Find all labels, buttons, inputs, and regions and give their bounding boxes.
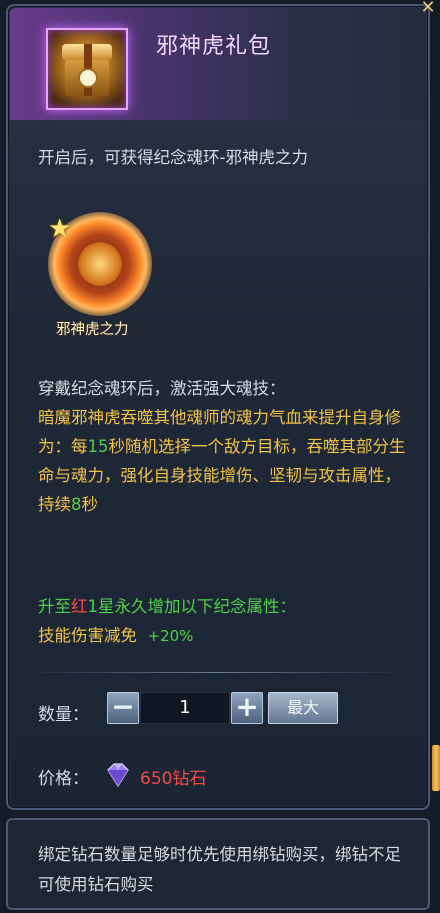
soul-ring-name: 邪神虎之力 bbox=[56, 322, 129, 338]
attribute-name: 技能伤害减免 bbox=[38, 626, 137, 645]
skill-duration: 8 bbox=[71, 495, 82, 514]
max-quantity-button[interactable]: 最大 bbox=[268, 692, 338, 724]
star-icon: ★ bbox=[48, 214, 72, 244]
close-icon[interactable]: ✕ bbox=[416, 0, 440, 17]
quantity-label: 数量： bbox=[38, 705, 89, 725]
skill-description: 穿戴纪念魂环后，激活强大魂技： 暗魔邪神虎吞噬其他魂师的魂力气血来提升自身修为：… bbox=[38, 374, 410, 519]
tiger-icon bbox=[78, 242, 122, 286]
quantity-input[interactable]: 1 bbox=[140, 692, 230, 724]
upgrade-bonus: 升至红1星永久增加以下纪念属性： 技能伤害减免 +20% bbox=[38, 592, 410, 651]
decrease-quantity-button[interactable]: − bbox=[107, 692, 139, 724]
notice-text: 绑定钻石数量足够时优先使用绑钻购买，绑钻不足可使用钻石购买 bbox=[38, 845, 401, 894]
increase-quantity-button[interactable]: + bbox=[231, 692, 263, 724]
purchase-notice: 绑定钻石数量足够时优先使用绑钻购买，绑钻不足可使用钻石购买 bbox=[6, 818, 430, 910]
divider bbox=[26, 672, 406, 673]
skill-text-c: 秒 bbox=[81, 495, 99, 514]
panel-header: 邪神虎礼包 bbox=[10, 8, 426, 120]
price-value: 650钻石 bbox=[140, 769, 207, 789]
scrollbar-thumb[interactable] bbox=[432, 745, 440, 791]
item-description: 开启后，可获得纪念魂环-邪神虎之力 bbox=[38, 148, 308, 167]
upgrade-suffix: 永久增加以下纪念属性： bbox=[114, 597, 297, 616]
diamond-icon bbox=[107, 763, 129, 788]
upgrade-level-color: 红 bbox=[71, 597, 88, 616]
item-title: 邪神虎礼包 bbox=[156, 34, 272, 59]
gift-box-icon bbox=[46, 28, 128, 110]
skill-interval: 15 bbox=[87, 437, 109, 456]
soul-ring-image: ★ bbox=[48, 212, 152, 316]
upgrade-level-star: 1星 bbox=[87, 597, 115, 616]
attribute-value: +20% bbox=[147, 627, 194, 645]
upgrade-prefix: 升至 bbox=[38, 597, 71, 616]
skill-heading: 穿戴纪念魂环后，激活强大魂技： bbox=[38, 379, 286, 398]
price-label: 价格： bbox=[38, 769, 89, 789]
